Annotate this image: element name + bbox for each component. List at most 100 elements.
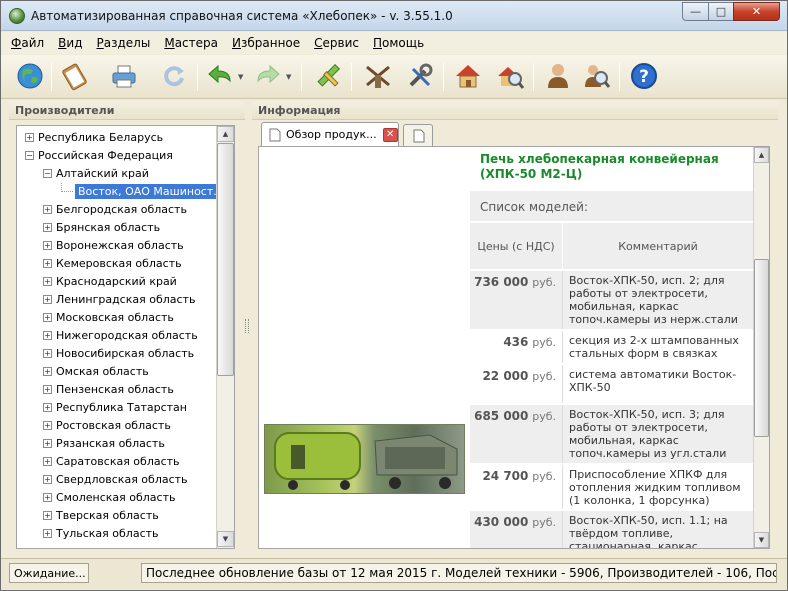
menu-file[interactable]: Файл [11, 36, 44, 50]
content-scroll-up-button[interactable]: ▲ [754, 147, 769, 163]
expand-icon[interactable]: + [43, 420, 52, 430]
expand-icon[interactable]: + [43, 474, 52, 484]
person-search-icon[interactable] [579, 59, 613, 93]
tree-item[interactable]: + Тверская область [43, 506, 159, 524]
scroll-up-button[interactable]: ▲ [217, 126, 234, 142]
refresh-icon[interactable] [157, 59, 191, 93]
model-row[interactable]: 736 000 руб. Восток-ХПК-50, исп. 2; для р… [470, 271, 753, 329]
tree-item-label: Ленинградская область [56, 292, 196, 306]
expand-icon[interactable]: + [43, 402, 52, 412]
model-comment: Восток-ХПК-50, исп. 2; для работы от эле… [562, 271, 753, 329]
expand-icon[interactable]: + [43, 276, 52, 286]
maximize-button[interactable]: □ [708, 2, 734, 21]
globe-update-icon[interactable] [13, 59, 47, 93]
menu-help[interactable]: Помощь [373, 36, 424, 50]
back-dropdown-icon[interactable]: ▼ [238, 73, 243, 81]
content-scroll-down-button[interactable]: ▼ [754, 532, 769, 548]
forward-arrow-icon[interactable] [251, 59, 285, 93]
model-row[interactable]: 24 700 руб. Приспособление ХПКФ для отопл… [470, 465, 753, 509]
scroll-down-button[interactable]: ▼ [217, 531, 234, 547]
expand-icon[interactable]: + [43, 240, 52, 250]
tree-item[interactable]: + Краснодарский край [43, 272, 177, 290]
menu-view[interactable]: Вид [58, 36, 82, 50]
tree-item-label: Омская область [56, 364, 149, 378]
person-icon[interactable] [541, 59, 575, 93]
tab-product-overview[interactable]: Обзор продук... ✕ [261, 122, 399, 146]
tree-item-label: Пензенская область [56, 382, 174, 396]
tree-item[interactable]: + Смоленская область [43, 488, 175, 506]
expand-icon[interactable]: + [43, 384, 52, 394]
tree-item[interactable]: + Ленинградская область [43, 290, 195, 308]
tree-item[interactable]: + Воронежская область [43, 236, 184, 254]
tree-item[interactable]: + Белгородская область [43, 200, 187, 218]
expand-icon[interactable]: + [43, 312, 52, 322]
house-search-icon[interactable] [493, 59, 527, 93]
expand-icon[interactable]: + [43, 528, 52, 538]
minimize-button[interactable]: — [682, 2, 709, 21]
model-row[interactable]: 22 000 руб. система автоматики Восток-ХПК… [470, 365, 753, 403]
model-row[interactable]: 430 000 руб. Восток-ХПК-50, исп. 1.1; на … [470, 511, 753, 548]
expand-icon[interactable]: + [43, 510, 52, 520]
tree-item[interactable]: + Омская область [43, 362, 149, 380]
back-arrow-icon[interactable] [203, 59, 237, 93]
tree-item-label: Тульская область [56, 526, 159, 540]
tree-item-label: Тверская область [56, 508, 159, 522]
close-button[interactable]: ✕ [733, 2, 780, 21]
tree-item[interactable]: + Московская область [43, 308, 174, 326]
new-tab-button[interactable] [403, 124, 433, 146]
tree-item[interactable]: − Российская Федерация [25, 146, 173, 164]
panel-splitter[interactable] [245, 319, 249, 333]
expand-icon[interactable]: + [25, 132, 34, 142]
tree-item-label: Воронежская область [56, 238, 184, 252]
model-row[interactable]: 436 руб. секция из 2-х штампованных сталь… [470, 331, 753, 363]
tree-item[interactable]: + Новосибирская область [43, 344, 194, 362]
tree-item[interactable]: + Кемеровская область [43, 254, 182, 272]
tab-close-button[interactable]: ✕ [382, 127, 398, 142]
producers-tree[interactable]: + Республика Беларусь − Российская Федераци… [16, 125, 235, 549]
menu-sections[interactable]: Разделы [97, 36, 151, 50]
forward-dropdown-icon[interactable]: ▼ [286, 73, 291, 81]
pencil-ruler-icon[interactable] [311, 59, 345, 93]
tree-item[interactable]: + Саратовская область [43, 452, 180, 470]
model-row[interactable]: 685 000 руб. Восток-ХПК-50, исп. 3; для р… [470, 405, 753, 463]
tree-item[interactable]: + Рязанская область [43, 434, 165, 452]
clipboard-icon[interactable] [57, 59, 91, 93]
model-price: 736 000 руб. [470, 271, 562, 329]
menu-service[interactable]: Сервис [314, 36, 359, 50]
tree-item[interactable]: + Пензенская область [43, 380, 174, 398]
content-vertical-scrollbar[interactable]: ▲ ▼ [753, 147, 769, 548]
tree-item[interactable]: + Ростовская область [43, 416, 171, 434]
expand-icon[interactable]: + [43, 492, 52, 502]
scroll-thumb[interactable] [217, 143, 234, 376]
tree-item[interactable]: + Свердловская область [43, 470, 188, 488]
collapse-icon[interactable]: − [43, 168, 52, 178]
mill-icon[interactable] [361, 59, 395, 93]
expand-icon[interactable]: + [43, 258, 52, 268]
tree-vertical-scrollbar[interactable]: ▲ ▼ [216, 126, 234, 548]
expand-icon[interactable]: + [43, 366, 52, 376]
expand-icon[interactable]: + [43, 222, 52, 232]
content-scroll-thumb[interactable] [754, 259, 769, 437]
expand-icon[interactable]: + [43, 438, 52, 448]
collapse-icon[interactable]: − [25, 150, 34, 160]
menu-wizards[interactable]: Мастера [164, 36, 218, 50]
printer-icon[interactable] [107, 59, 141, 93]
title-bar[interactable]: Автоматизированная справочная система «Х… [1, 1, 787, 31]
menu-bar: Файл Вид Разделы Мастера Избранное Серви… [1, 32, 787, 54]
tree-item[interactable]: + Нижегородская область [43, 326, 198, 344]
expand-icon[interactable]: + [43, 294, 52, 304]
tree-item[interactable]: − Алтайский край [43, 164, 149, 182]
expand-icon[interactable]: + [43, 204, 52, 214]
tree-item[interactable]: + Тульская область [43, 524, 159, 542]
tree-item[interactable]: + Республика Беларусь [25, 128, 163, 146]
tools-icon[interactable] [403, 59, 437, 93]
tree-item[interactable]: + Брянская область [43, 218, 160, 236]
tree-item[interactable]: Восток, ОАО Машиност... [61, 182, 227, 200]
house-icon[interactable] [451, 59, 485, 93]
expand-icon[interactable]: + [43, 330, 52, 340]
help-icon[interactable]: ? [627, 59, 661, 93]
expand-icon[interactable]: + [43, 348, 52, 358]
expand-icon[interactable]: + [43, 456, 52, 466]
tree-item[interactable]: + Республика Татарстан [43, 398, 187, 416]
menu-favorites[interactable]: Избранное [232, 36, 300, 50]
